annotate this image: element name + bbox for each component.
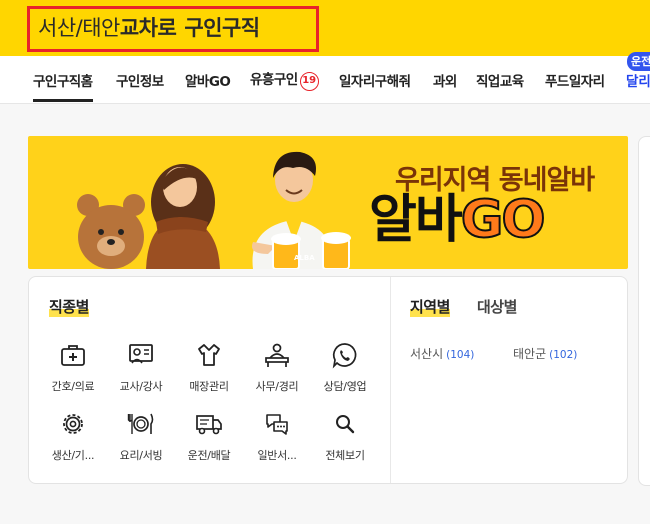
- gear-icon: [63, 414, 83, 434]
- category-general-service[interactable]: 일반서...: [243, 410, 311, 463]
- nav-item-vocational[interactable]: 직업교육: [476, 70, 524, 90]
- tab-target[interactable]: 대상별: [477, 296, 517, 317]
- main-nav: 구인구직홈 구인정보 알바GO 유흥구인 19 일자리구해줘 과외 직업교육 푸드…: [0, 56, 650, 104]
- category-driving-delivery[interactable]: 운전/배달: [175, 410, 243, 463]
- bear-illustration: [77, 194, 145, 269]
- woman-illustration: [146, 164, 220, 269]
- teacher-board-icon: [129, 344, 153, 364]
- category-cooking-serving[interactable]: 요리/서빙: [107, 410, 175, 463]
- banner-logo-prefix: 알바: [369, 190, 463, 250]
- nav-overflow-bubble: 운전: [627, 52, 650, 71]
- shirt-icon: [198, 344, 220, 366]
- category-section-title: 직종별: [49, 296, 89, 317]
- banner-illustration: ALBA: [77, 151, 351, 269]
- nav-item-job-info[interactable]: 구인정보: [116, 70, 164, 90]
- region-name: 태안군: [513, 347, 547, 361]
- category-label: 매장관리: [189, 380, 229, 393]
- region-name: 서산시: [410, 347, 444, 361]
- banner-logo-text: 알바GO: [369, 189, 547, 251]
- category-store-management[interactable]: 매장관리: [175, 341, 243, 394]
- job-search-panel: 직종별 간호/의료 교사/강사 매장관리 사무/경리 상담/영업 생산/기...…: [28, 276, 628, 484]
- category-view-all[interactable]: 전체보기: [311, 410, 379, 463]
- nav-item-nightlife[interactable]: 유흥구인 19: [250, 68, 319, 91]
- category-teacher[interactable]: 교사/강사: [107, 341, 175, 394]
- category-label: 일반서...: [257, 449, 297, 462]
- panel-divider: [390, 277, 391, 483]
- region-link-taean[interactable]: 태안군 (102): [513, 345, 577, 362]
- albago-banner[interactable]: ALBA 우리지역 동네알바 알바GO: [28, 136, 628, 269]
- nav-item-nightlife-label: 유흥구인: [250, 72, 298, 88]
- mug-label: ALBA: [294, 254, 315, 262]
- brand-section: 구인구직: [184, 16, 260, 40]
- brand-name: 교차로: [119, 16, 177, 40]
- site-logo[interactable]: 서산/태안교차로 구인구직: [38, 14, 260, 42]
- search-icon: [336, 415, 355, 434]
- region-link-seosan[interactable]: 서산시 (104): [410, 345, 474, 362]
- category-medical[interactable]: 간호/의료: [39, 341, 107, 394]
- delivery-truck-icon: [196, 415, 222, 435]
- category-label: 요리/서빙: [119, 449, 163, 462]
- medical-kit-icon: [61, 345, 85, 366]
- banner-logo-go: GO: [460, 189, 547, 251]
- region-count: (104): [446, 349, 475, 361]
- category-label: 운전/배달: [187, 449, 231, 462]
- adult-badge: 19: [299, 72, 319, 91]
- category-production[interactable]: 생산/기...: [39, 410, 107, 463]
- nav-item-tutoring[interactable]: 과외: [433, 70, 457, 90]
- category-label: 사무/경리: [255, 380, 299, 393]
- nav-item-find-me-job[interactable]: 일자리구해줘: [339, 70, 411, 90]
- category-office[interactable]: 사무/경리: [243, 341, 311, 394]
- tab-region[interactable]: 지역별: [410, 296, 450, 317]
- chat-bubbles-icon: [266, 414, 288, 435]
- category-label: 전체보기: [325, 449, 365, 462]
- brand-region: 서산/태안: [38, 16, 120, 40]
- region-count: (102): [549, 349, 578, 361]
- category-label: 생산/기...: [51, 449, 95, 462]
- phone-bubble-icon: [332, 343, 357, 369]
- nav-item-overflow[interactable]: 달리: [626, 70, 650, 90]
- side-card: [638, 136, 650, 486]
- category-label: 상담/영업: [323, 380, 367, 393]
- nav-item-home[interactable]: 구인구직홈: [33, 70, 93, 102]
- nav-item-albago[interactable]: 알바GO: [185, 70, 231, 90]
- office-desk-icon: [265, 343, 289, 367]
- category-label: 교사/강사: [119, 380, 163, 393]
- category-sales[interactable]: 상담/영업: [311, 341, 379, 394]
- category-label: 간호/의료: [51, 380, 95, 393]
- plate-cutlery-icon: [127, 413, 154, 434]
- nav-item-food-jobs[interactable]: 푸드일자리: [545, 70, 605, 90]
